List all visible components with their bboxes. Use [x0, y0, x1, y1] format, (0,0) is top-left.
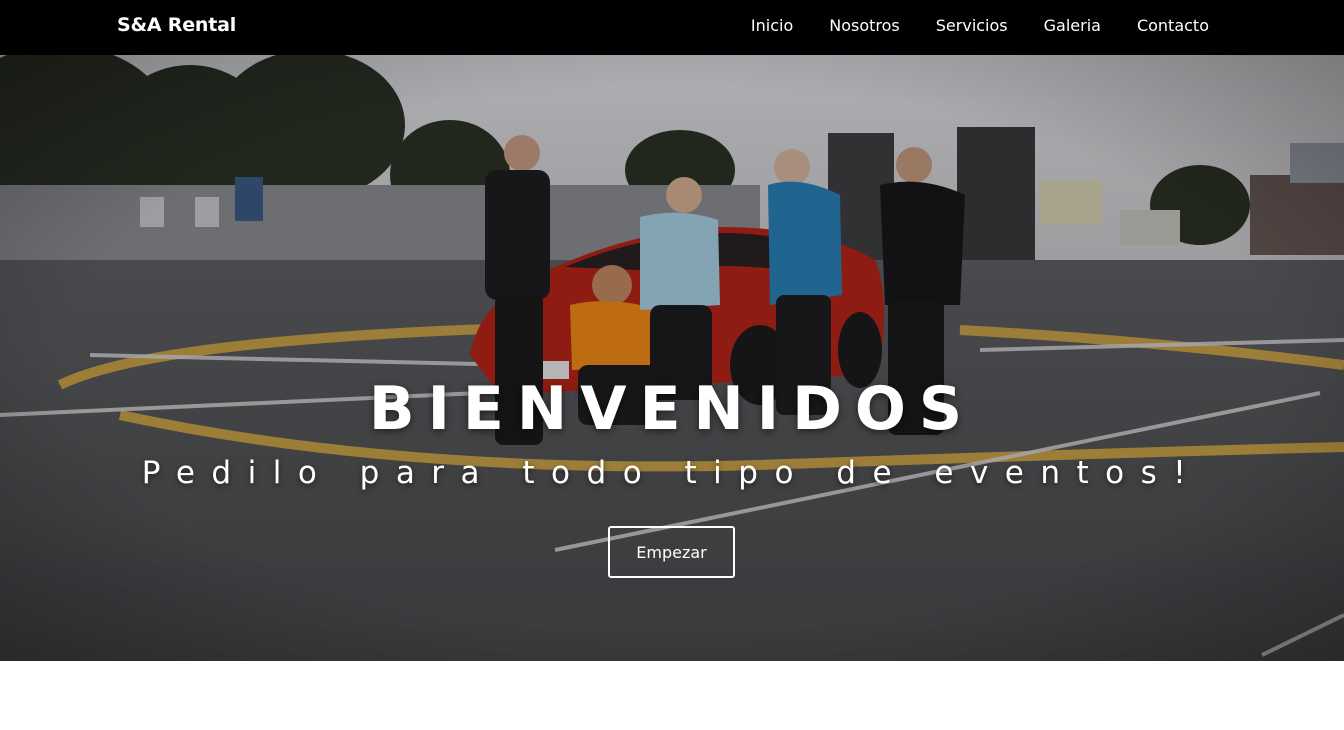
nav-link-galeria[interactable]: Galeria [1044, 16, 1101, 35]
navbar: S&A Rental Inicio Nosotros Servicios Gal… [0, 0, 1344, 55]
hero-subtitle: Pedilo para todo tipo de eventos! [141, 455, 1203, 491]
nav-menu: Inicio Nosotros Servicios Galeria Contac… [715, 16, 1209, 35]
nav-link-inicio[interactable]: Inicio [751, 16, 793, 35]
nav-item-galeria: Galeria [1044, 16, 1101, 35]
nav-link-servicios[interactable]: Servicios [936, 16, 1008, 35]
nav-item-contacto: Contacto [1137, 16, 1209, 35]
nav-link-contacto[interactable]: Contacto [1137, 16, 1209, 35]
nav-link-nosotros[interactable]: Nosotros [829, 16, 900, 35]
brand-logo[interactable]: S&A Rental [117, 14, 236, 36]
empezar-button[interactable]: Empezar [608, 526, 735, 578]
hero-title: BIENVENIDOS [368, 374, 976, 444]
nav-item-servicios: Servicios [936, 16, 1008, 35]
nav-item-inicio: Inicio [751, 16, 793, 35]
hero-section: BIENVENIDOS Pedilo para todo tipo de eve… [0, 55, 1344, 661]
nav-item-nosotros: Nosotros [829, 16, 900, 35]
